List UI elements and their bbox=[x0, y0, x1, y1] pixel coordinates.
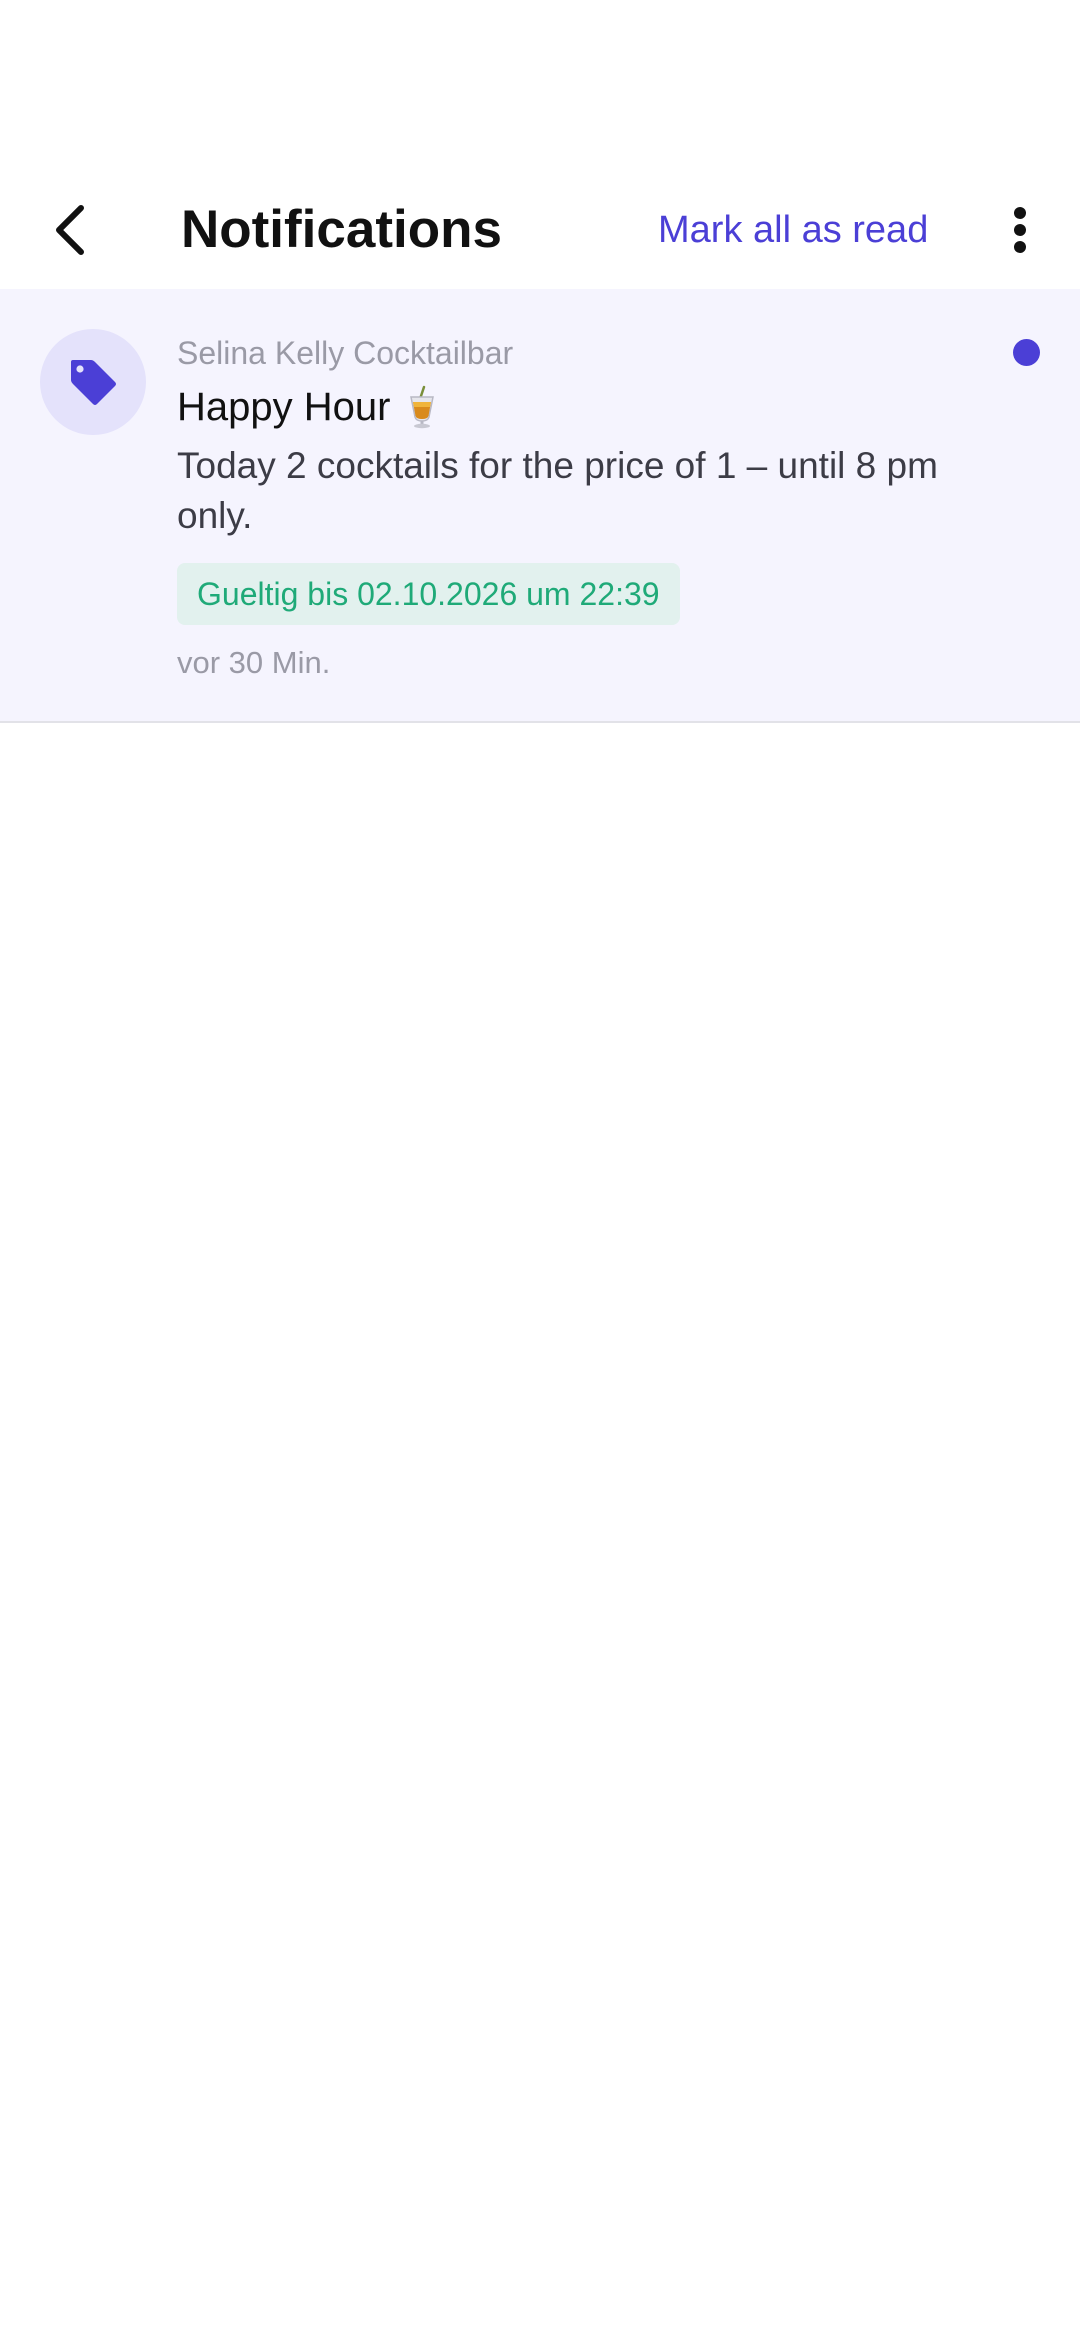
notification-title-text: Happy Hour bbox=[177, 385, 391, 429]
page-title: Notifications bbox=[181, 200, 502, 259]
more-options-button[interactable] bbox=[998, 190, 1042, 270]
notification-body: Today 2 cocktails for the price of 1 – u… bbox=[177, 445, 938, 536]
notification-sender: Selina Kelly Cocktailbar bbox=[177, 335, 514, 371]
notification-title: Happy Hour bbox=[177, 382, 436, 432]
chevron-left-icon bbox=[56, 205, 84, 255]
mark-all-as-read-button[interactable]: Mark all as read bbox=[658, 203, 928, 257]
app-bar: Notifications Mark all as read bbox=[0, 170, 1080, 290]
notification-list: Selina Kelly Cocktailbar Happy Hour Toda… bbox=[0, 289, 1080, 723]
validity-badge: Gueltig bis 02.10.2026 um 22:39 bbox=[177, 563, 680, 625]
cocktail-icon bbox=[408, 385, 436, 429]
more-vertical-icon bbox=[1014, 207, 1026, 253]
notification-timestamp: vor 30 Min. bbox=[177, 645, 331, 680]
unread-indicator bbox=[1013, 339, 1040, 366]
tag-icon bbox=[71, 360, 116, 405]
notification-avatar bbox=[40, 329, 146, 435]
notification-item[interactable]: Selina Kelly Cocktailbar Happy Hour Toda… bbox=[0, 289, 1080, 723]
back-button[interactable] bbox=[40, 190, 100, 270]
